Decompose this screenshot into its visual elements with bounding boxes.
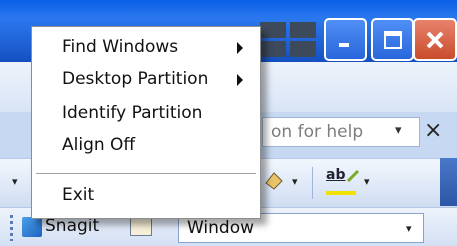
minimize-icon [338,42,349,47]
snagit-logo-icon[interactable] [22,217,42,237]
highlight-label: ab [326,167,346,183]
maximize-icon [383,30,402,49]
close-button[interactable] [413,18,457,61]
snagit-label[interactable]: Snagit [45,216,99,236]
context-menu: Find Windows Desktop Partition Identify … [31,26,261,219]
close-icon [426,31,444,48]
submenu-arrow-icon [237,74,243,86]
window-tile-icon[interactable] [258,20,318,58]
menu-item-label: Find Windows [62,37,179,57]
capture-settings-icon[interactable] [130,216,152,236]
toolbar-overflow-strip[interactable] [440,158,457,206]
pencil-icon [346,169,360,183]
help-dropdown-arrow[interactable]: ▾ [395,123,402,138]
menu-separator [36,173,256,174]
capture-target-dropdown-arrow[interactable]: ▾ [406,222,412,235]
highlight-icon[interactable]: ab [326,167,360,197]
menu-item-identify-partition[interactable]: Identify Partition [62,103,202,123]
highlight-dropdown-arrow[interactable]: ▾ [364,175,370,188]
toolbar-dropdown-arrow[interactable]: ▾ [12,175,18,188]
help-search-text: on for help [271,122,364,142]
minimize-button[interactable] [324,18,367,61]
help-close-icon[interactable]: × [424,118,442,143]
menu-item-label: Identify Partition [62,103,203,123]
paint-dropdown-arrow[interactable]: ▾ [292,175,298,188]
toolbar-separator [312,167,313,199]
menu-item-label: Exit [62,185,95,205]
menu-item-exit[interactable]: Exit [62,185,94,205]
menu-item-desktop-partition[interactable]: Desktop Partition [62,69,208,89]
maximize-button[interactable] [371,18,414,61]
submenu-arrow-icon [237,42,243,54]
toolbar-grip[interactable] [10,215,13,241]
menu-item-label: Desktop Partition [62,69,209,89]
menu-item-align-off[interactable]: Align Off [62,135,135,155]
menu-item-find-windows[interactable]: Find Windows [62,37,178,57]
highlight-color-bar [326,191,356,195]
capture-target-value: Window [187,218,255,238]
menu-item-label: Align Off [62,135,136,155]
paint-icon[interactable] [262,169,286,193]
